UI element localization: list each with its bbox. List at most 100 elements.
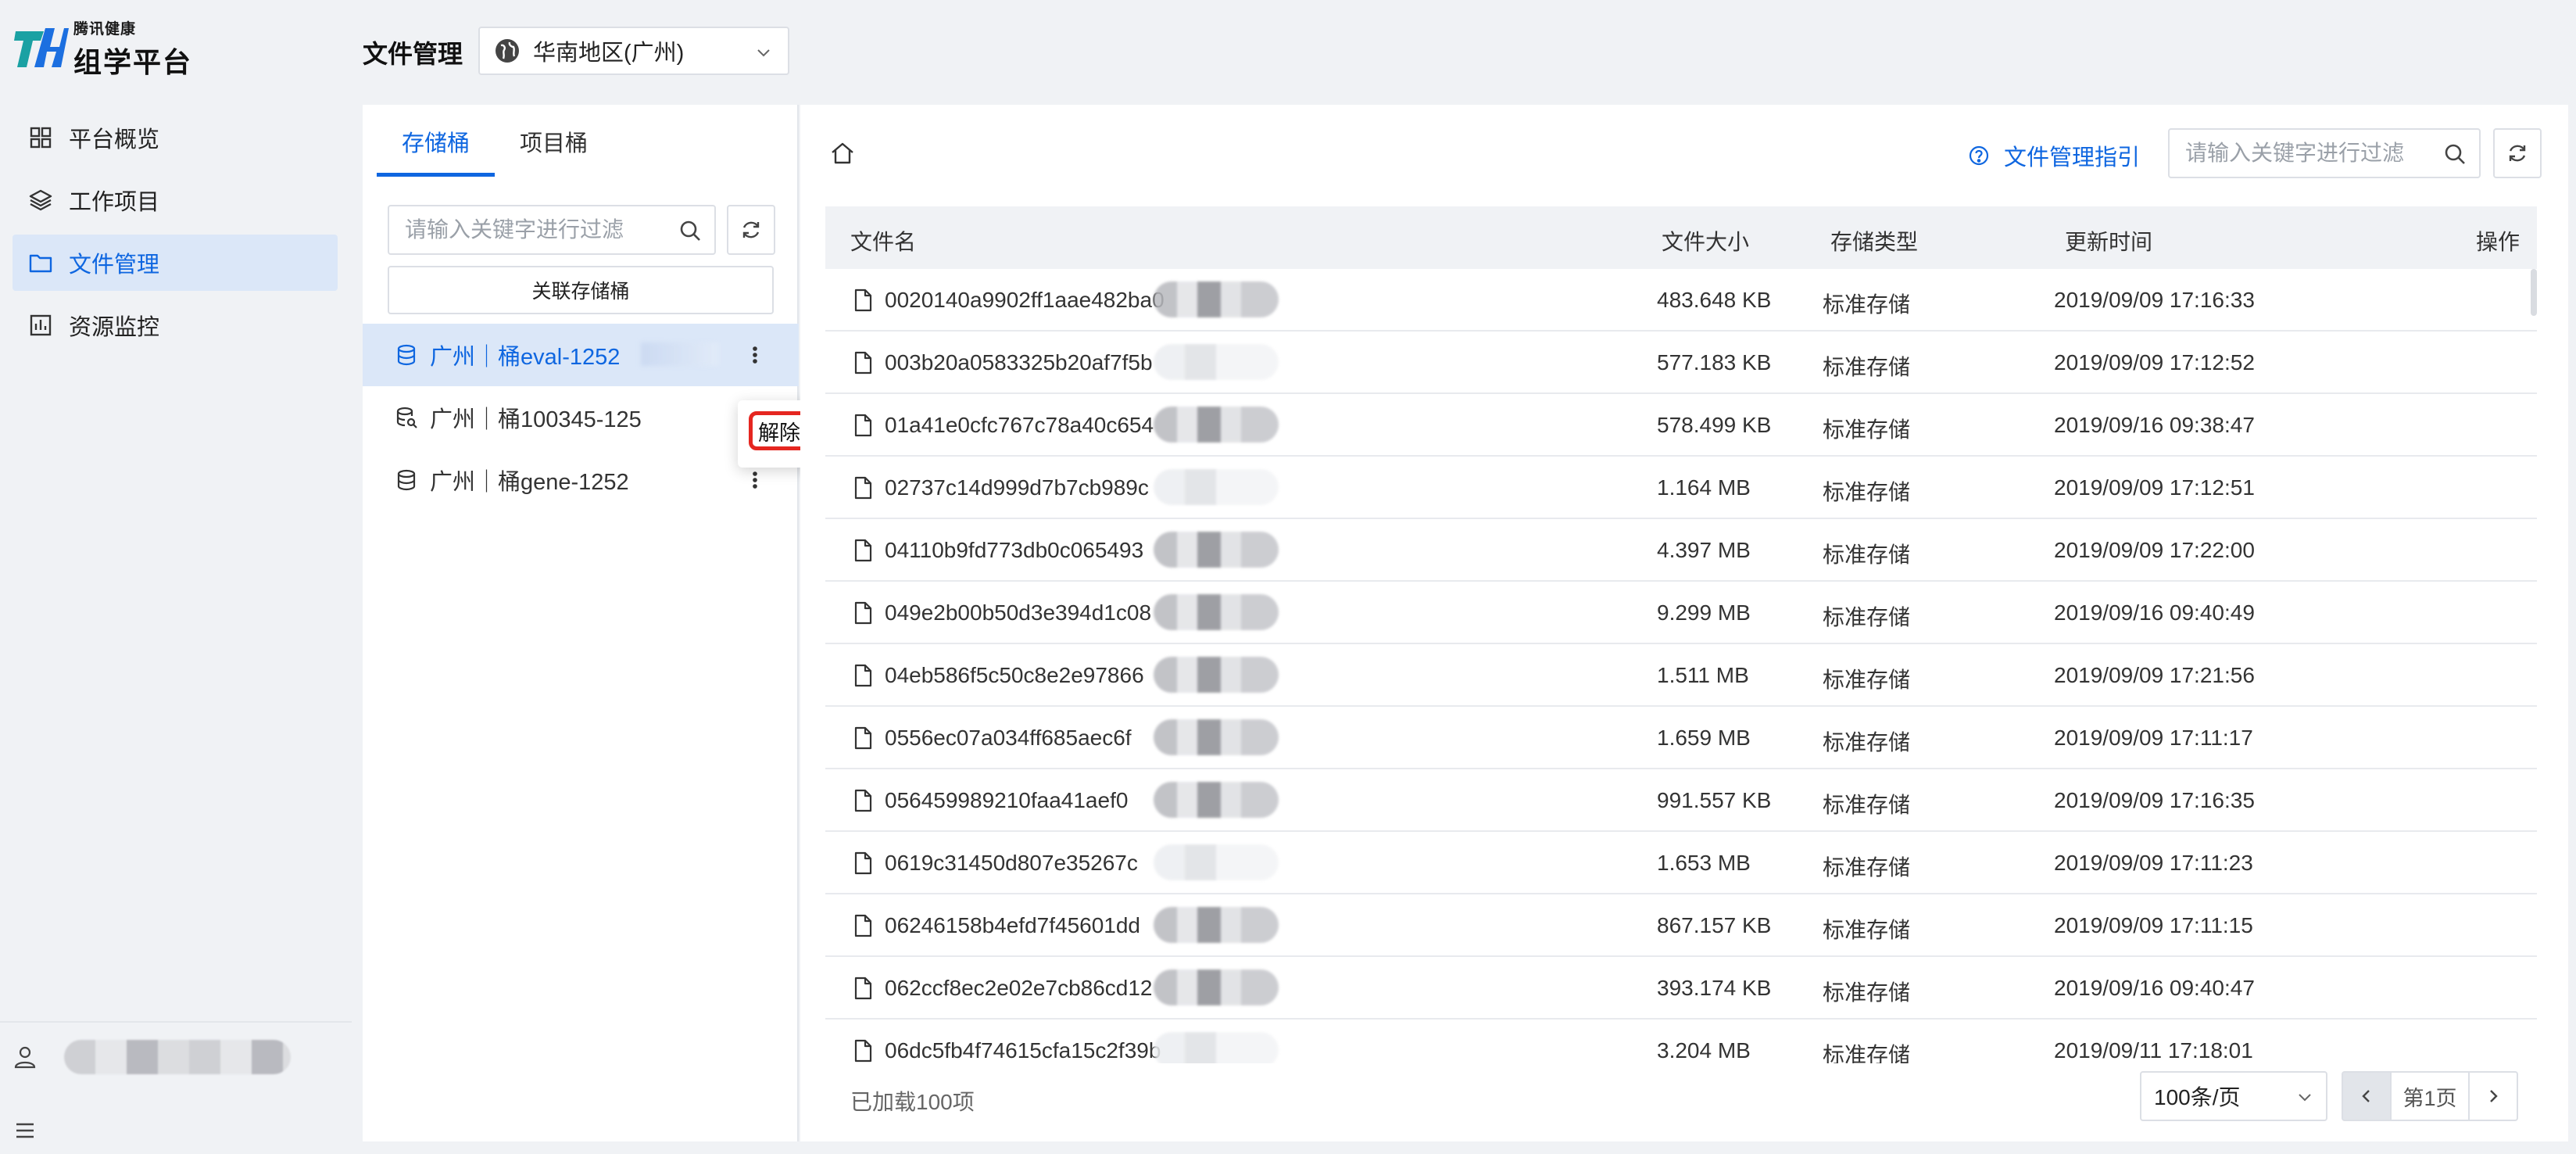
associate-bucket-button[interactable]: 关联存储桶 xyxy=(388,266,774,314)
tab-storage-bucket[interactable]: 存储桶 xyxy=(377,105,496,178)
nav-item-file-management[interactable]: 文件管理 xyxy=(13,235,338,291)
next-page-button[interactable] xyxy=(2468,1071,2518,1121)
storage-type: 标准存储 xyxy=(1823,980,1911,1005)
table-row[interactable]: 0556ec07a034ff685aec6f 1.659 MB 标准存储 2019/0… xyxy=(825,707,2537,769)
current-page[interactable]: 第1页 xyxy=(2390,1071,2470,1121)
page-title: 文件管理 xyxy=(363,40,463,68)
column-header-size[interactable]: 文件大小 xyxy=(1662,225,1749,256)
table-row[interactable]: 0619c31450d807e35267c 1.653 MB 标准存储 2019/09… xyxy=(825,832,2537,894)
file-name[interactable]: 04eb586f5c50c8e2e97866 xyxy=(885,663,1144,688)
nav-item-projects[interactable]: 工作项目 xyxy=(13,172,338,228)
prev-page-button[interactable] xyxy=(2342,1071,2392,1121)
file-name[interactable]: 049e2b00b50d3e394d1c08 xyxy=(885,600,1151,625)
table-row[interactable]: 04110b9fd773db0c065493 4.397 MB 标准存储 2019/0… xyxy=(825,519,2537,582)
table-row[interactable]: 003b20a0583325b20af7f5b 577.183 KB 标准存储 201… xyxy=(825,332,2537,394)
bucket-item[interactable]: 广州｜桶eval-1252 xyxy=(363,324,799,386)
nav-item-label: 文件管理 xyxy=(69,253,160,278)
storage-type: 标准存储 xyxy=(1823,605,1911,629)
redacted-text xyxy=(1154,594,1279,630)
table-row[interactable]: 062ccf8ec2e02e7cb86cd12 393.174 KB 标准存储 201… xyxy=(825,957,2537,1020)
home-icon[interactable] xyxy=(828,139,857,167)
bucket-item[interactable]: 广州｜桶gene-1252 xyxy=(363,449,799,511)
user-profile[interactable] xyxy=(14,1040,291,1074)
storage-type: 标准存储 xyxy=(1823,292,1911,317)
bucket-item[interactable]: 广州｜桶100345-125 xyxy=(363,386,799,449)
table-row[interactable]: 04eb586f5c50c8e2e97866 1.511 MB 标准存储 2019/0… xyxy=(825,644,2537,707)
file-size: 1.653 MB xyxy=(1657,851,1751,875)
file-guide-label: 文件管理指引 xyxy=(2004,145,2141,170)
table-row[interactable]: 02737c14d999d7b7cb989c 1.164 MB 标准存储 2019/0… xyxy=(825,457,2537,519)
help-circle-icon xyxy=(1969,145,1989,166)
redacted-text xyxy=(1154,1032,1279,1063)
updated-time: 2019/09/16 09:40:47 xyxy=(2054,976,2255,1000)
file-search-input[interactable] xyxy=(2185,141,2420,166)
file-name[interactable]: 056459989210faa41aef0 xyxy=(885,788,1128,813)
nav-item-overview[interactable]: 平台概览 xyxy=(13,109,338,166)
file-icon xyxy=(854,726,872,750)
table-row[interactable]: 06dc5fb4f74615cfa15c2f39b 3.204 MB 标准存储 201… xyxy=(825,1020,2537,1063)
file-name[interactable]: 04110b9fd773db0c065493 xyxy=(885,538,1143,563)
user-name-redacted xyxy=(64,1040,291,1074)
file-icon xyxy=(854,351,872,375)
storage-type: 标准存储 xyxy=(1823,1043,1911,1063)
file-guide-link[interactable]: 文件管理指引 xyxy=(1968,139,2140,172)
search-icon[interactable] xyxy=(678,219,702,242)
table-scrollbar[interactable] xyxy=(2531,269,2537,316)
bucket-search-input[interactable] xyxy=(405,217,655,242)
file-size: 867.157 KB xyxy=(1657,913,1772,937)
file-name[interactable]: 062ccf8ec2e02e7cb86cd12 xyxy=(885,976,1153,1001)
brand-small-text: 腾讯健康 xyxy=(73,21,137,38)
table-row[interactable]: 049e2b00b50d3e394d1c08 9.299 MB 标准存储 2019/0… xyxy=(825,582,2537,644)
menu-toggle-icon[interactable] xyxy=(14,1120,36,1141)
search-icon[interactable] xyxy=(2443,142,2467,166)
more-vertical-icon[interactable] xyxy=(747,464,763,496)
file-name[interactable]: 0020140a9902ff1aae482ba0 xyxy=(885,288,1165,313)
file-name[interactable]: 0556ec07a034ff685aec6f xyxy=(885,726,1132,751)
bucket-refresh-button[interactable] xyxy=(727,205,775,255)
bucket-panel: 存储桶 项目桶 关联存储桶 广州｜桶eval-1252 广州｜桶100345-1… xyxy=(363,105,799,1141)
page-size-select[interactable]: 100条/页 xyxy=(2140,1071,2327,1121)
updated-time: 2019/09/09 17:21:56 xyxy=(2054,663,2255,687)
file-icon xyxy=(854,977,872,1000)
redacted-text xyxy=(1154,657,1279,693)
loaded-count: 已加载100项 xyxy=(850,1090,975,1114)
updated-time: 2019/09/09 17:16:35 xyxy=(2054,788,2255,812)
updated-time: 2019/09/09 17:12:51 xyxy=(2054,475,2255,500)
file-size: 1.659 MB xyxy=(1657,726,1751,750)
redacted-text xyxy=(641,342,719,366)
table-row[interactable]: 0020140a9902ff1aae482ba0 483.648 KB 标准存储 20… xyxy=(825,269,2537,332)
grid-icon xyxy=(28,125,53,150)
file-size: 4.397 MB xyxy=(1657,538,1751,562)
nav-item-label: 工作项目 xyxy=(69,190,160,215)
table-row[interactable]: 01a41e0cfc767c78a40c654 578.499 KB 标准存储 201… xyxy=(825,394,2537,457)
redacted-text xyxy=(1154,719,1279,755)
brand-logo[interactable]: 腾讯健康 组学平台 xyxy=(13,17,192,81)
folder-icon xyxy=(28,250,53,275)
bucket-search xyxy=(388,205,716,255)
file-size: 483.648 KB xyxy=(1657,288,1772,312)
nav-item-monitoring[interactable]: 资源监控 xyxy=(13,297,338,353)
database-icon xyxy=(394,342,419,367)
redacted-text xyxy=(1154,844,1279,880)
column-header-actions: 操作 xyxy=(2476,230,2521,254)
page-size-value: 100条/页 xyxy=(2154,1085,2241,1109)
file-name[interactable]: 06246158b4efd7f45601dd xyxy=(885,913,1140,938)
table-row[interactable]: 06246158b4efd7f45601dd 867.157 KB 标准存储 2019… xyxy=(825,894,2537,957)
file-name[interactable]: 02737c14d999d7b7cb989c xyxy=(885,475,1149,500)
file-name[interactable]: 0619c31450d807e35267c xyxy=(885,851,1138,876)
file-name[interactable]: 003b20a0583325b20af7f5b xyxy=(885,350,1153,375)
tab-project-bucket[interactable]: 项目桶 xyxy=(495,105,613,178)
column-header-name[interactable]: 文件名 xyxy=(850,225,916,256)
file-icon xyxy=(854,789,872,812)
column-header-storage-type[interactable]: 存储类型 xyxy=(1830,225,1918,256)
refresh-icon xyxy=(2509,145,2526,162)
table-row[interactable]: 056459989210faa41aef0 991.557 KB 标准存储 2019/… xyxy=(825,769,2537,832)
redacted-text xyxy=(1154,969,1279,1005)
file-name[interactable]: 06dc5fb4f74615cfa15c2f39b xyxy=(885,1038,1161,1063)
file-refresh-button[interactable] xyxy=(2493,128,2542,178)
more-vertical-icon[interactable] xyxy=(747,339,763,371)
file-name[interactable]: 01a41e0cfc767c78a40c654 xyxy=(885,413,1154,438)
region-select[interactable]: 华南地区(广州) xyxy=(478,27,789,75)
column-header-updated[interactable]: 更新时间 xyxy=(2065,225,2152,256)
user-icon xyxy=(14,1046,36,1069)
